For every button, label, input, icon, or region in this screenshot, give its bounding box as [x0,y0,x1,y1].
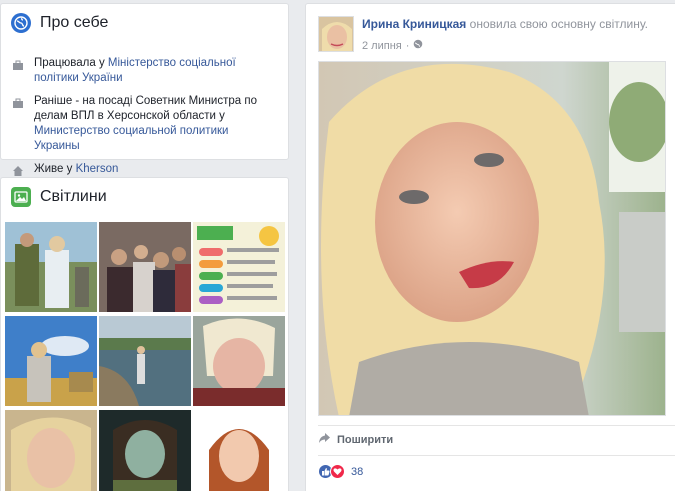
intro-title: Про себе [40,14,109,31]
share-button[interactable]: Поширити [318,432,393,447]
main-post-photo[interactable] [318,61,666,416]
intro-previous-prefix: Раніше - на посаді Советник Министра по … [34,95,257,122]
post-action-text: оновила свою основну світлину. [466,17,649,31]
share-icon [318,432,331,447]
photos-title: Світлини [40,188,107,205]
intro-card: Про себе Працювала у Міністерство соціал… [0,3,289,176]
photo-thumbnail-6[interactable] [193,316,285,406]
share-label: Поширити [337,433,394,446]
intro-row-lives: Живе у Kherson [1,162,288,177]
photo-thumbnail-3[interactable] [193,222,285,312]
post-divider-top [318,425,675,426]
post-card: Ирина Криницкая оновила свою основну сві… [305,3,675,491]
author-name-link[interactable]: Ирина Криницкая [362,17,466,31]
photo-thumbnail-4[interactable] [5,316,97,406]
photos-icon [11,187,31,207]
briefcase-icon [13,97,23,108]
photos-card: Світлини [0,177,289,491]
photo-thumbnail-1[interactable] [5,222,97,312]
intro-previous-link[interactable]: Министерство социальной политики Украины [34,125,228,152]
intro-lives-prefix: Живе у [34,163,76,175]
photo-thumbnail-5[interactable] [99,316,191,406]
intro-header: Про себе [1,4,288,42]
photo-thumbnail-2[interactable] [99,222,191,312]
author-avatar[interactable] [318,16,354,52]
intro-work-prefix: Працювала у [34,57,108,69]
globe-privacy-icon[interactable] [413,39,423,52]
post-header: Ирина Криницкая оновила свою основну сві… [362,17,648,31]
photo-thumbnail-9[interactable] [193,410,285,491]
photo-thumbnail-8[interactable] [99,410,191,491]
post-meta: 2 липня · [362,39,423,52]
photos-header: Світлини [1,178,288,216]
home-icon [13,165,23,176]
briefcase-icon [13,59,23,70]
globe-icon [11,13,31,33]
post-date-link[interactable]: 2 липня [362,40,402,52]
love-reaction-icon [330,464,345,479]
reactions-summary[interactable]: 38 [318,464,363,479]
post-divider-bottom [318,455,675,456]
meta-separator: · [405,39,410,52]
photo-thumbnail-7[interactable] [5,410,97,491]
intro-row-work: Працювала у Міністерство соціальної полі… [1,56,288,86]
reaction-count: 38 [351,465,364,478]
intro-row-previous: Раніше - на посаді Советник Министра по … [1,94,288,154]
intro-lives-link[interactable]: Kherson [76,163,119,175]
